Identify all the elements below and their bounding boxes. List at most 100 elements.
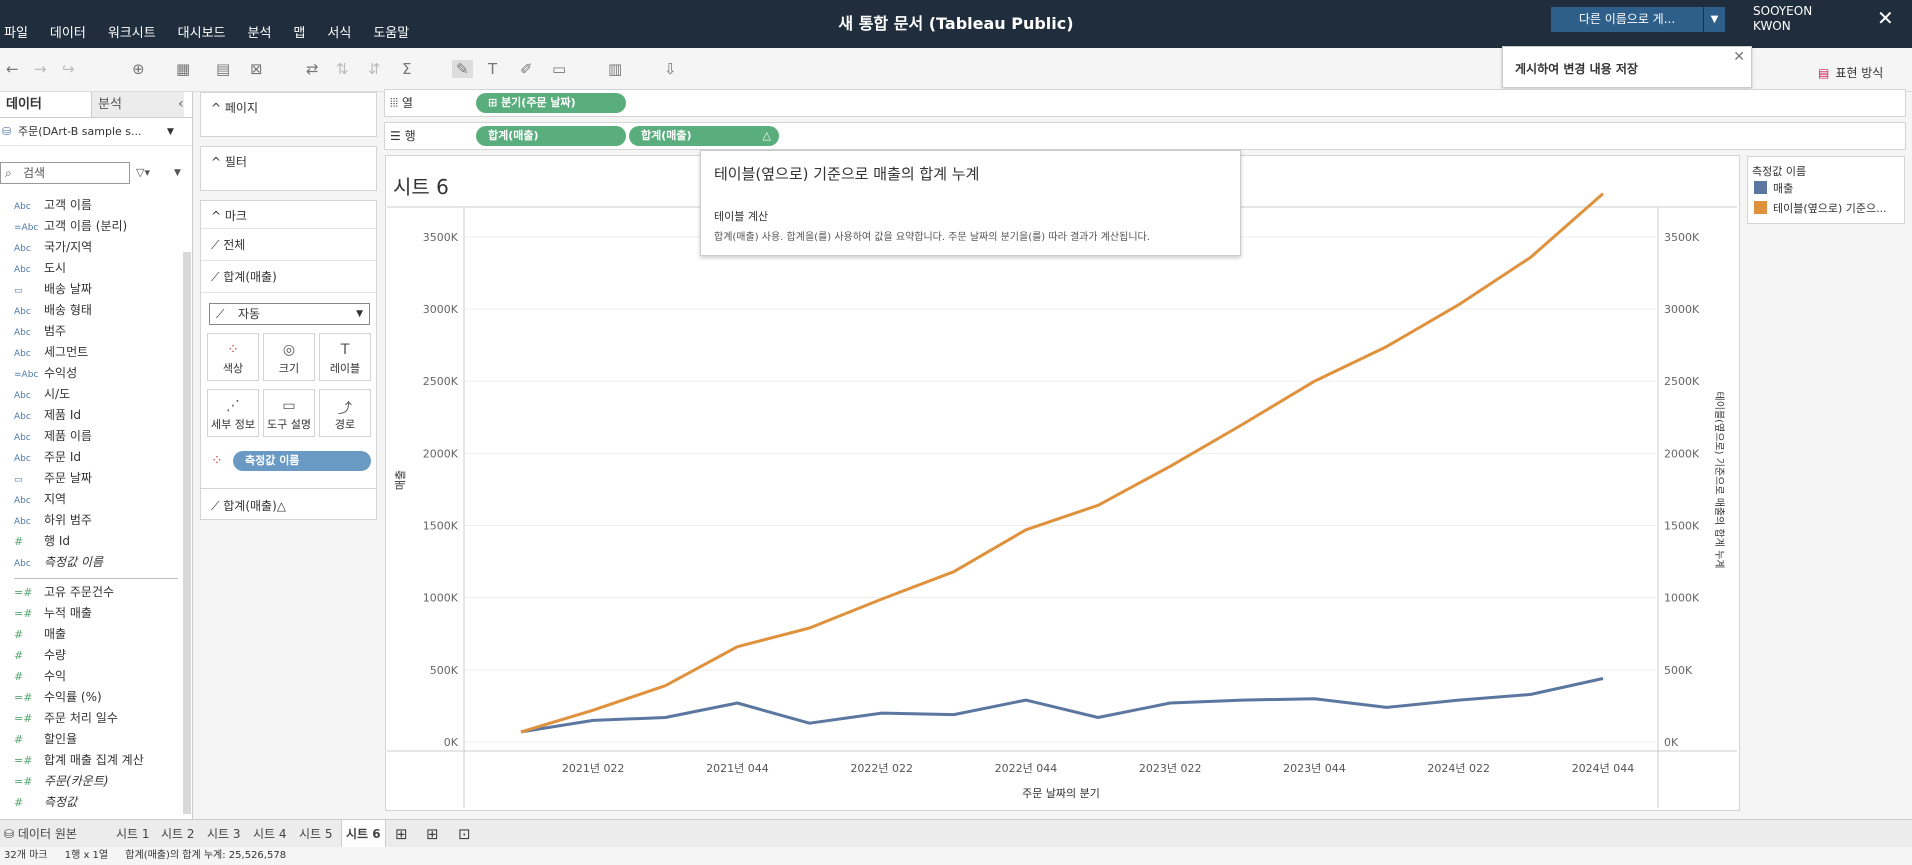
legend-item[interactable]: 매출 [1748, 179, 1904, 199]
field-item[interactable]: =# 누적 매출 [0, 603, 185, 624]
field-item[interactable]: # 매출 [0, 624, 185, 645]
tab-sheet-4[interactable]: 시트 4 [253, 820, 287, 848]
field-item[interactable]: Abc 세그먼트 [0, 342, 185, 363]
close-icon[interactable]: ✕ [1877, 6, 1894, 30]
field-name: 제품 이름 [44, 429, 92, 443]
color-button[interactable]: ⁘ 색상 [207, 333, 259, 381]
field-item[interactable]: =# 고유 주문건수 [0, 582, 185, 603]
field-item[interactable]: # 행 Id [0, 531, 185, 552]
field-item[interactable]: =Abc 고객 이름 (분리) [0, 216, 185, 237]
fit-icon[interactable]: ▭ [552, 60, 566, 78]
tab-sheet-3[interactable]: 시트 3 [207, 820, 241, 848]
sum-sales-pill[interactable]: 합계(매출) [476, 126, 626, 146]
annotate-icon[interactable]: ✐ [520, 60, 533, 78]
size-button[interactable]: ◎ 크기 [263, 333, 315, 381]
datasource-dropdown-icon[interactable]: ▼ [167, 118, 174, 145]
new-story-icon[interactable]: ⊡ [458, 820, 471, 848]
field-item[interactable]: Abc 고객 이름 [0, 195, 185, 216]
tab-sheet-2[interactable]: 시트 2 [161, 820, 195, 848]
field-item[interactable]: Abc 하위 범주 [0, 510, 185, 531]
field-item[interactable]: Abc 측정값 이름 [0, 552, 185, 573]
field-item[interactable]: Abc 도시 [0, 258, 185, 279]
tab-sheet-1[interactable]: 시트 1 [116, 820, 150, 848]
tab-analysis[interactable]: 분석 [92, 92, 184, 117]
field-item[interactable]: Abc 제품 Id [0, 405, 185, 426]
filter-fields-icon[interactable]: ▽▾ [136, 166, 150, 179]
clear-sheet-icon[interactable]: ⊠ [250, 60, 263, 78]
marks-all-row[interactable]: ⟋ 전체 [201, 229, 376, 261]
dimension-icon: Abc [14, 391, 31, 401]
tab-sheet-6[interactable]: 시트 6 [341, 820, 386, 848]
field-item[interactable]: Abc 국가/지역 [0, 237, 185, 258]
sort-asc-icon[interactable]: ⇅ [336, 60, 349, 78]
status-marks: 32개 마크 [4, 850, 48, 861]
new-dashboard-icon[interactable]: ⊞ [426, 820, 439, 848]
field-item[interactable]: =# 수익률 (%) [0, 687, 185, 708]
field-item[interactable]: ▭ 배송 날짜 [0, 279, 185, 300]
field-item[interactable]: Abc 범주 [0, 321, 185, 342]
field-item[interactable]: Abc 시/도 [0, 384, 185, 405]
new-worksheet-icon[interactable]: ▦ [176, 60, 190, 78]
totals-icon[interactable]: Σ [402, 60, 411, 78]
field-item[interactable]: =# 주문(카운트) [0, 771, 185, 792]
forward-icon[interactable]: → [34, 60, 47, 78]
tab-datasource[interactable]: ⛁ 데이터 원본 [4, 820, 77, 848]
marks-sales-row[interactable]: ⟋ 합계(매출) [201, 261, 376, 293]
duplicate-icon[interactable]: ▤ [216, 60, 230, 78]
highlight-icon[interactable]: ✎ [452, 60, 473, 78]
field-item[interactable]: Abc 주문 Id [0, 447, 185, 468]
new-datasource-icon[interactable]: ⊕ [132, 60, 145, 78]
datasource-selector[interactable]: ⛁ 주문(DArt-B sample s... ▼ [0, 118, 192, 146]
pane-menu-icon[interactable]: ▼ [174, 168, 181, 178]
back-icon[interactable]: ← [6, 60, 19, 78]
swap-icon[interactable]: ⇄ [306, 60, 319, 78]
tab-data[interactable]: 데이터 [0, 92, 92, 117]
search-icon: ⌕ [5, 166, 12, 180]
pages-card[interactable]: ^ 페이지 [200, 92, 377, 137]
field-item[interactable]: Abc 지역 [0, 489, 185, 510]
save-dropdown-icon[interactable]: ▼ [1703, 7, 1725, 32]
field-search-input[interactable]: ⌕ 검색 [0, 162, 130, 184]
dimension-icon: Abc [14, 412, 31, 422]
show-me-icon[interactable]: ▥ [608, 60, 622, 78]
sum-sales-table-calc-pill[interactable]: 합계(매출) △ [629, 126, 779, 146]
quarter-order-date-pill[interactable]: ⊞ 분기(주문 날짜) [476, 93, 626, 113]
tab-sheet-5[interactable]: 시트 5 [299, 820, 333, 848]
new-worksheet-icon[interactable]: ⊞ [395, 820, 408, 848]
field-name: 범주 [44, 324, 67, 338]
label-button[interactable]: T 레이블 [319, 333, 371, 381]
field-item[interactable]: =# 합계 매출 집계 계산 [0, 750, 185, 771]
save-as-button[interactable]: 다른 이름으로 게... [1551, 7, 1703, 32]
second-mark-card[interactable]: ⟋ 합계(매출)△ [200, 488, 377, 520]
tooltip-icon: ▭ [282, 398, 296, 414]
field-item[interactable]: Abc 제품 이름 [0, 426, 185, 447]
field-name: 고객 이름 [44, 198, 92, 212]
detail-button[interactable]: ⋰ 세부 정보 [207, 389, 259, 437]
field-item[interactable]: # 수량 [0, 645, 185, 666]
field-name: 세그먼트 [44, 345, 89, 359]
field-item[interactable]: ▭ 주문 날짜 [0, 468, 185, 489]
share-icon[interactable]: ⇩ [664, 60, 677, 78]
redo-icon[interactable]: ↪ [62, 60, 75, 78]
field-item[interactable]: Abc 배송 형태 [0, 300, 185, 321]
collapse-pane-icon[interactable]: ‹ [178, 96, 184, 112]
filters-card[interactable]: ^ 필터 [200, 146, 377, 191]
field-item[interactable]: =Abc 수익성 [0, 363, 185, 384]
field-item[interactable]: =# 주문 처리 일수 [0, 708, 185, 729]
label-icon[interactable]: T [488, 60, 497, 78]
tooltip-button[interactable]: ▭ 도구 설명 [263, 389, 315, 437]
field-item[interactable]: # 할인율 [0, 729, 185, 750]
field-item[interactable]: # 측정값 [0, 792, 185, 813]
path-button[interactable]: ⤴ 경로 [319, 389, 371, 437]
legend-item[interactable]: 테이블(옆으로) 기준으... [1748, 199, 1904, 219]
dimension-icon: =Abc [14, 370, 39, 380]
caret-up-icon: ^ [211, 209, 222, 223]
close-tooltip-icon[interactable]: ✕ [1733, 49, 1745, 65]
field-item[interactable]: # 수익 [0, 666, 185, 687]
user-name[interactable]: SOOYEON KWON [1753, 4, 1812, 34]
measure-names-pill[interactable]: 측정값 이름 [233, 451, 371, 471]
mark-type-select[interactable]: ⟋ 자동 ▼ [209, 303, 370, 325]
presentation-mode-button[interactable]: ▤ 표현 방식 [1818, 64, 1883, 81]
measure-icon: # [14, 649, 24, 662]
sort-desc-icon[interactable]: ⇵ [368, 60, 381, 78]
